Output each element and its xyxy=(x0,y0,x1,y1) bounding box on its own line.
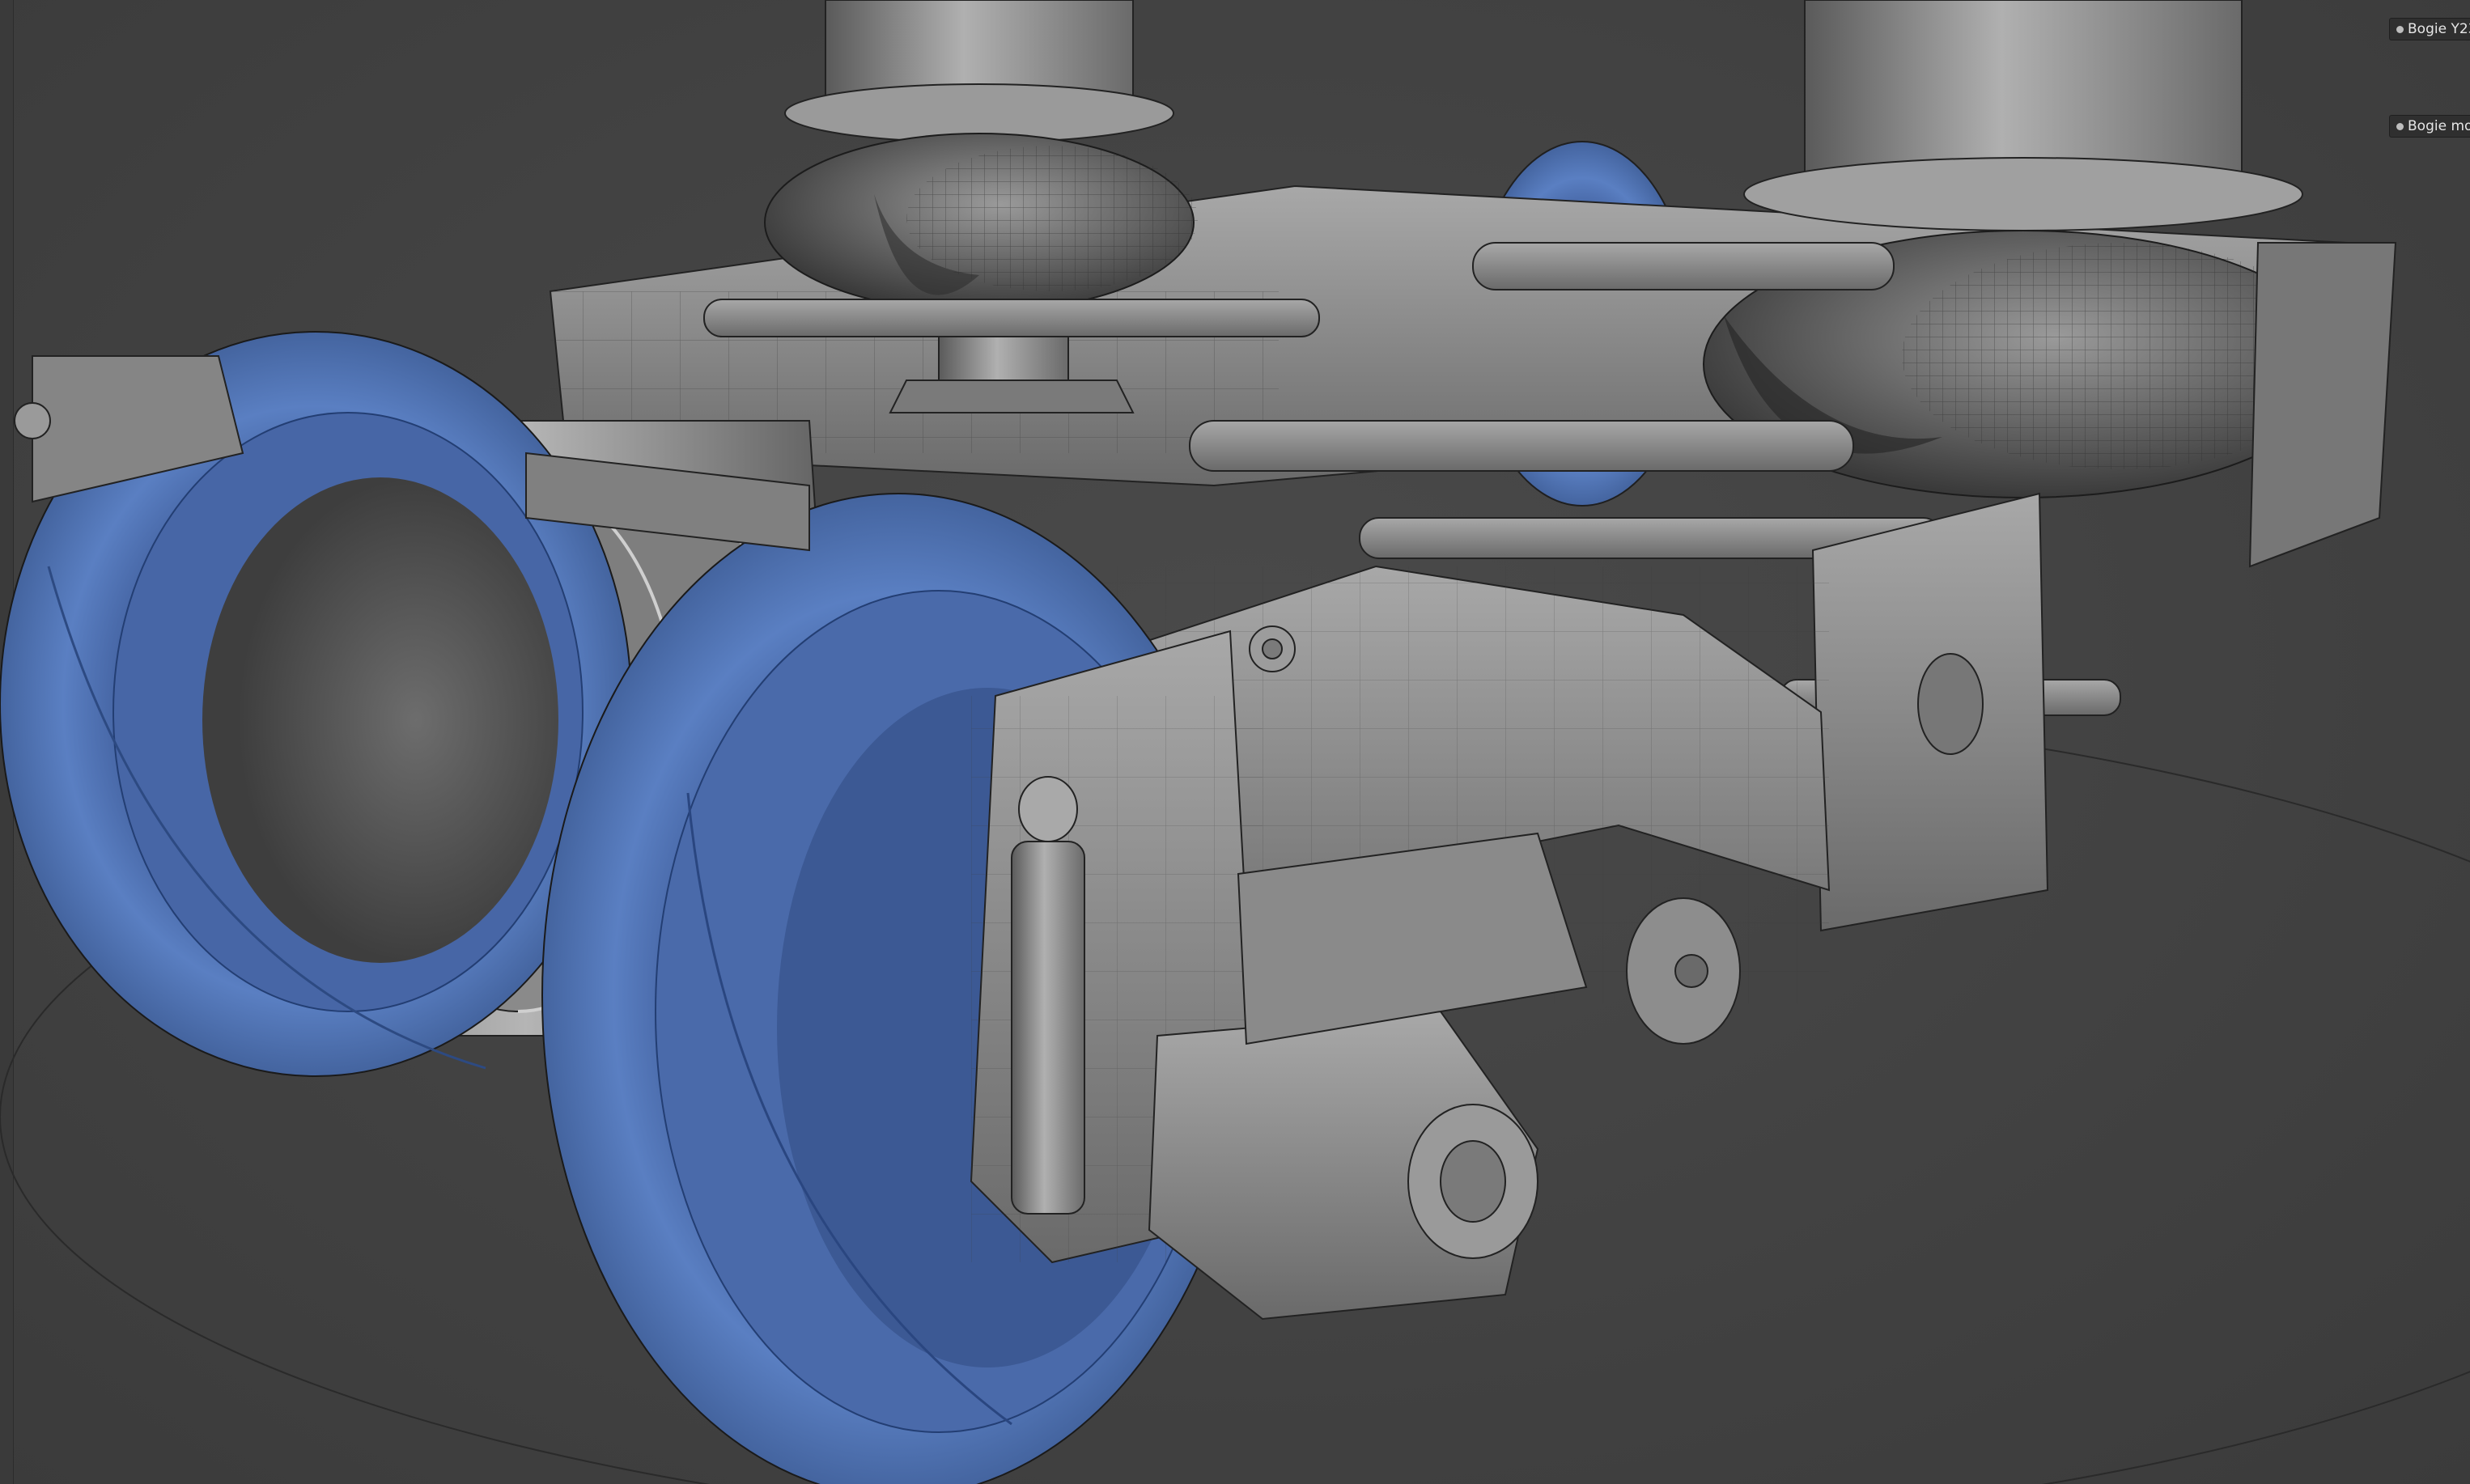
object-tag-bogie-mot[interactable]: Bogie mot xyxy=(2389,115,2470,138)
object-dot-icon xyxy=(2396,25,2404,33)
bogie-3d-model[interactable] xyxy=(0,0,2470,1484)
object-tag-label: Bogie mot xyxy=(2408,118,2470,134)
object-dot-icon xyxy=(2396,122,2404,130)
object-tag-bogie-y237[interactable]: Bogie Y237 xyxy=(2389,18,2470,40)
3d-viewport[interactable]: Bogie Y237 Bogie mot xyxy=(0,0,2470,1484)
object-tag-label: Bogie Y237 xyxy=(2408,21,2470,37)
